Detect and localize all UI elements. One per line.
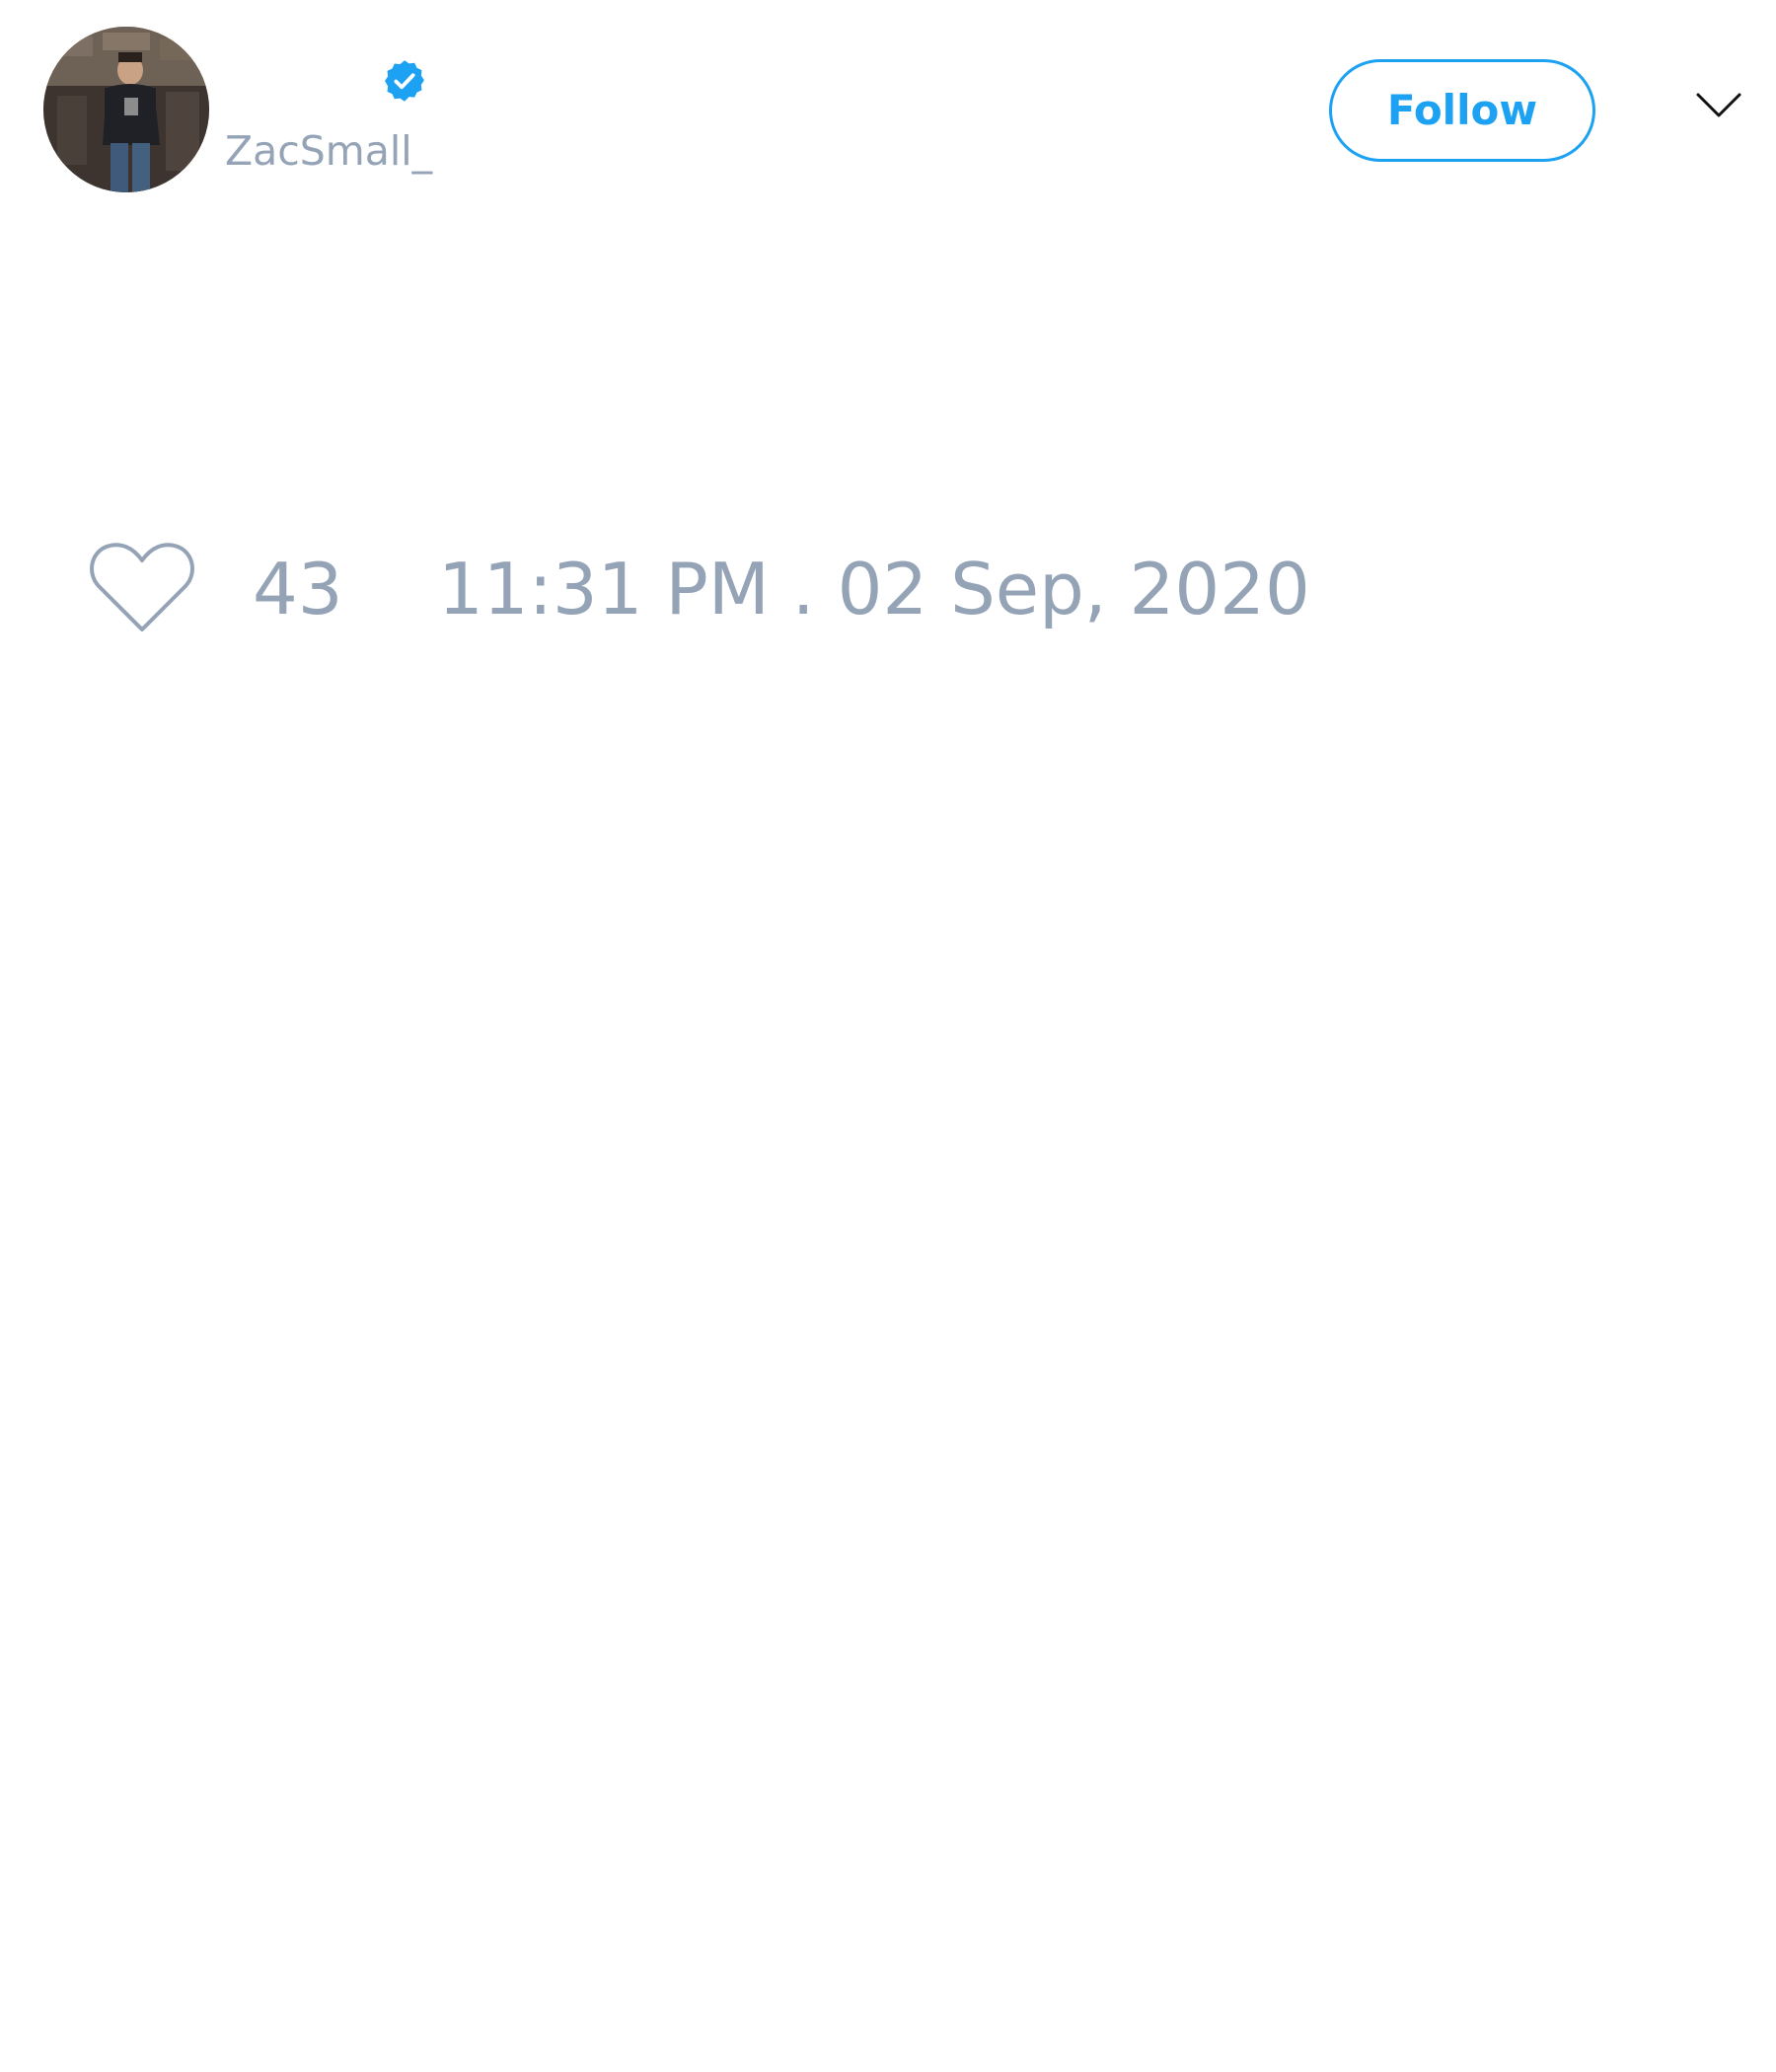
- avatar-image: [43, 27, 209, 192]
- verified-badge-icon: [385, 60, 424, 102]
- follow-button[interactable]: Follow: [1329, 59, 1595, 162]
- tweet-timestamp[interactable]: 11:31 PM . 02 Sep, 2020: [438, 548, 1310, 630]
- avatar[interactable]: [43, 27, 209, 192]
- chevron-down-icon[interactable]: [1695, 91, 1742, 120]
- user-handle[interactable]: ZacSmall_: [225, 126, 432, 176]
- heart-icon[interactable]: [89, 541, 195, 635]
- like-count: 43: [253, 548, 343, 630]
